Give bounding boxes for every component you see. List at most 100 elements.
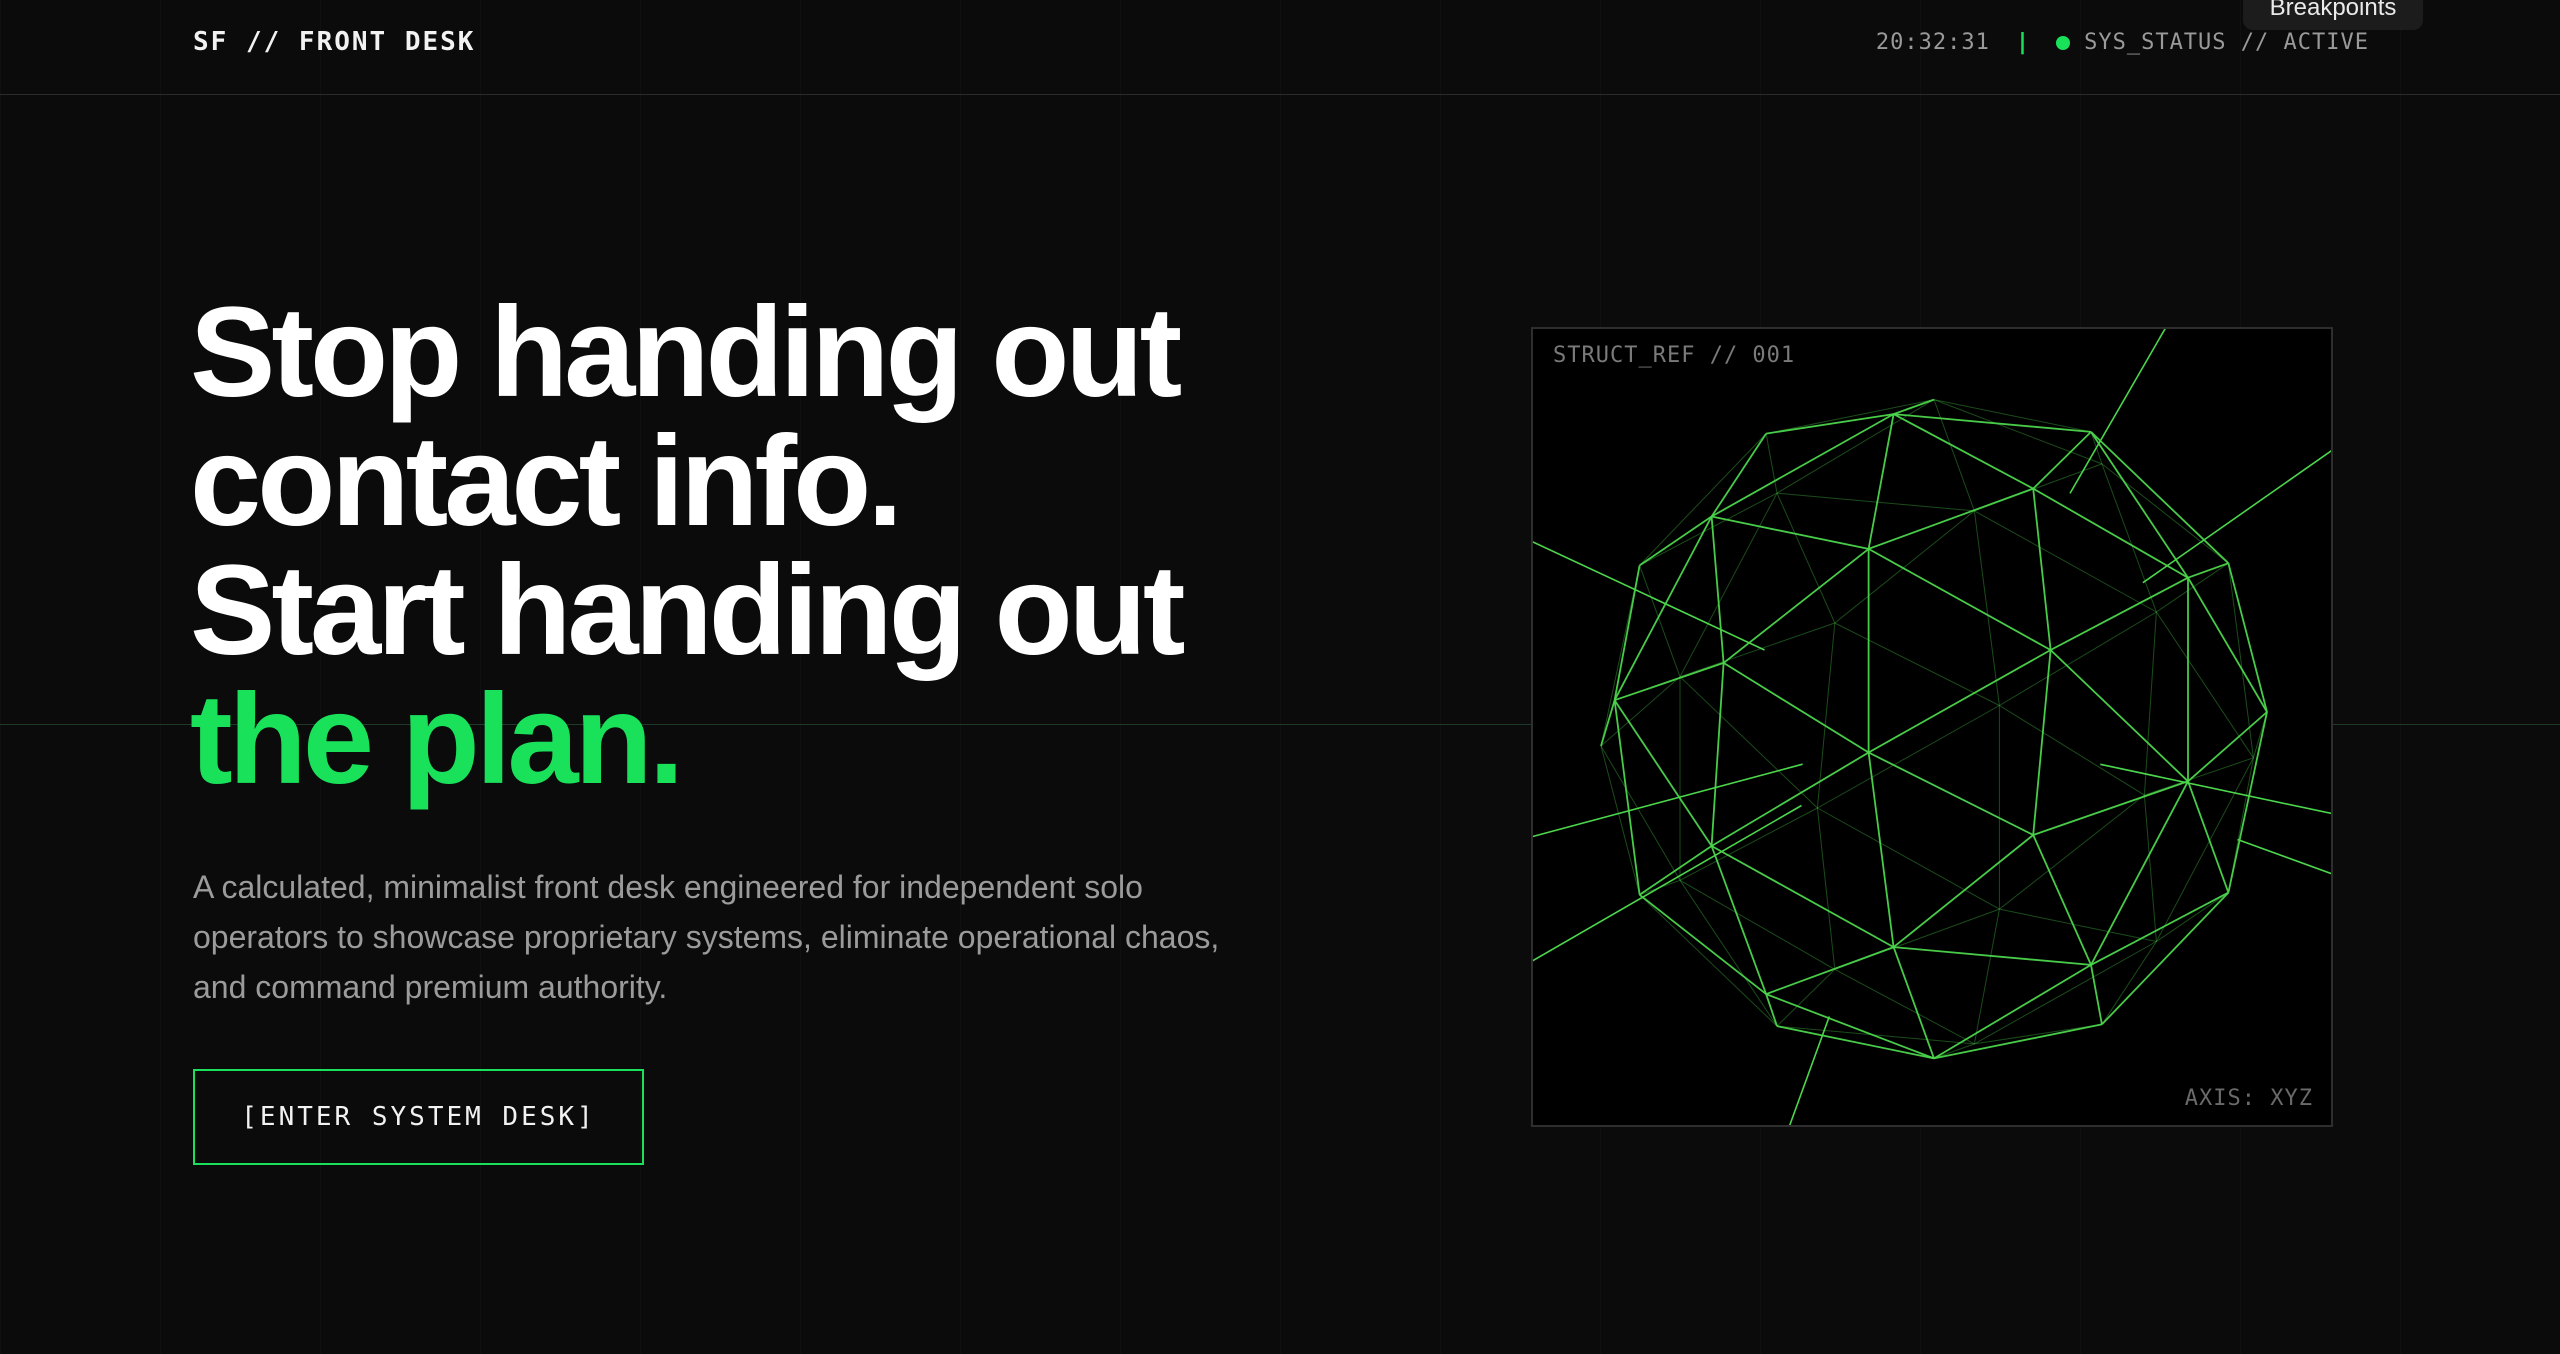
wireframe-edge bbox=[2143, 795, 2157, 942]
wireframe-edge bbox=[1710, 516, 1725, 663]
headline-line-1: Stop handing out bbox=[190, 281, 1182, 424]
wireframe-edge bbox=[1834, 510, 1975, 624]
headline-line-3: Start handing out bbox=[190, 539, 1185, 682]
wireframe-edge bbox=[2187, 780, 2230, 893]
enter-system-desk-button[interactable]: [ENTER SYSTEM DESK] bbox=[193, 1069, 644, 1165]
wireframe-edge bbox=[1639, 433, 1767, 566]
wireframe-edge bbox=[1766, 399, 1935, 435]
wireframe-edge bbox=[1613, 700, 1641, 895]
wireframe-edge bbox=[2049, 649, 2189, 782]
wireframe-edge bbox=[2101, 463, 2229, 564]
wireframe-edge bbox=[1933, 1023, 2103, 1060]
wireframe-spoke bbox=[1533, 804, 1802, 962]
wireframe-spoke bbox=[2237, 838, 2331, 875]
hero-headline: Stop handing out contact info. Start han… bbox=[190, 281, 1185, 811]
wireframe-edge bbox=[1710, 433, 1767, 517]
wireframe-edge bbox=[1817, 807, 2000, 910]
wireframe-spoke bbox=[1788, 1016, 1831, 1125]
wireframe-edge bbox=[1933, 399, 2092, 433]
wireframe-edge bbox=[1679, 880, 1778, 1027]
brand-logo[interactable]: SF // FRONT DESK bbox=[193, 27, 475, 57]
wireframe-edge bbox=[1776, 399, 1935, 494]
wireframe-edge bbox=[1776, 1025, 1975, 1045]
wireframe-edge bbox=[1933, 399, 1975, 512]
wireframe-edge bbox=[2090, 431, 2230, 564]
axis-label: AXIS: XYZ bbox=[2184, 1086, 2313, 1111]
wireframe-edge bbox=[1933, 964, 2092, 1060]
wireframe-edge bbox=[1710, 662, 1725, 847]
wireframe-edge bbox=[1600, 699, 1616, 747]
wireframe-edge bbox=[2032, 649, 2052, 836]
wireframe-edge bbox=[1816, 807, 1836, 970]
wireframe-edge bbox=[1973, 909, 2000, 1044]
clock-readout: 20:32:31 bbox=[1875, 30, 1990, 55]
status-text: SYS_STATUS // ACTIVE bbox=[2084, 30, 2369, 55]
system-status-bar: 20:32:31 | SYS_STATUS // ACTIVE bbox=[1876, 30, 2369, 55]
wireframe-edge bbox=[1613, 699, 1713, 847]
wireframe-edge bbox=[1711, 845, 1895, 948]
structure-visual-panel: STRUCT_REF // 001 AXIS: XYZ bbox=[1531, 327, 2333, 1127]
wireframe-edge bbox=[2090, 431, 2189, 579]
wireframe-edge bbox=[1867, 752, 1895, 948]
wireframe-edge bbox=[2155, 757, 2254, 942]
wireframe-edge bbox=[1723, 548, 1870, 664]
wireframe-edge bbox=[2187, 577, 2268, 713]
wireframe-edge bbox=[1834, 908, 2000, 970]
wireframe-edge bbox=[1834, 622, 2000, 706]
wireframe-edge bbox=[1974, 1023, 2102, 1045]
wireframe-edge bbox=[2155, 611, 2254, 759]
wireframe-edge bbox=[1868, 548, 2052, 651]
wireframe-edge bbox=[2090, 964, 2103, 1025]
wireframe-edge bbox=[2090, 891, 2229, 966]
wireframe-spoke bbox=[2100, 763, 2331, 815]
wireframe-spoke bbox=[2069, 329, 2166, 494]
headline-accent: the plan. bbox=[190, 668, 684, 811]
wireframe-edge bbox=[1600, 676, 1681, 747]
wireframe-edge bbox=[1639, 565, 1681, 677]
wireframe-edge bbox=[1867, 413, 1895, 550]
wireframe-edge bbox=[2227, 711, 2268, 893]
wireframe-edge bbox=[1868, 649, 2052, 754]
wireframe-edge bbox=[2227, 562, 2268, 713]
status-dot-icon bbox=[2056, 35, 2071, 50]
wireframe-edge bbox=[1868, 487, 2034, 550]
wireframe-edge bbox=[1776, 492, 1836, 624]
wireframe-edge bbox=[2156, 562, 2229, 613]
wireframe-edge bbox=[1999, 794, 2145, 910]
headline-line-2: contact info. bbox=[190, 410, 903, 553]
wireframe-edge bbox=[1776, 1025, 1935, 1060]
wireframe-edge bbox=[2090, 780, 2189, 966]
wireframe-edge bbox=[2187, 562, 2229, 579]
wireframe-edge bbox=[1892, 946, 1935, 1059]
wireframe-edge bbox=[1765, 946, 1894, 995]
wireframe-edge bbox=[2050, 576, 2189, 651]
hero-description: A calculated, minimalist front desk engi… bbox=[193, 869, 1220, 1005]
top-navbar: SF // FRONT DESK 20:32:31 | SYS_STATUS /… bbox=[0, 0, 2560, 95]
status-separator: | bbox=[2015, 30, 2031, 55]
wireframe-edge bbox=[2143, 611, 2157, 796]
wireframe-edge bbox=[2032, 488, 2052, 651]
wireframe-edge bbox=[1600, 745, 1681, 881]
wireframe-edge bbox=[1679, 622, 1835, 678]
wireframe-edge bbox=[2101, 891, 2230, 1026]
wireframe-edge bbox=[1999, 611, 2157, 706]
wireframe-edge bbox=[2227, 563, 2254, 758]
wireframe-edge bbox=[1639, 845, 1713, 896]
wireframe-edge bbox=[1639, 515, 1713, 567]
wireframe-edge bbox=[2227, 757, 2254, 893]
wireframe-edge bbox=[1893, 834, 2034, 948]
wireframe-sphere-icon bbox=[1533, 329, 2331, 1125]
wireframe-edge bbox=[1933, 399, 2103, 465]
wireframe-edge bbox=[1600, 745, 1641, 895]
wireframe-edge bbox=[1974, 510, 2157, 613]
wireframe-edge bbox=[1973, 510, 2000, 706]
wireframe-edge bbox=[1817, 705, 2000, 809]
wireframe-edge bbox=[2156, 892, 2229, 942]
breakpoints-tooltip[interactable]: Breakpoints bbox=[2243, 0, 2423, 30]
wireframe-edge bbox=[1639, 492, 1778, 566]
wireframe-edge bbox=[1639, 894, 1778, 1027]
struct-ref-label: STRUCT_REF // 001 bbox=[1553, 343, 1796, 368]
wireframe-spoke bbox=[1533, 541, 1765, 651]
wireframe-edge bbox=[1679, 807, 1818, 881]
wireframe-edge bbox=[1711, 751, 1870, 847]
